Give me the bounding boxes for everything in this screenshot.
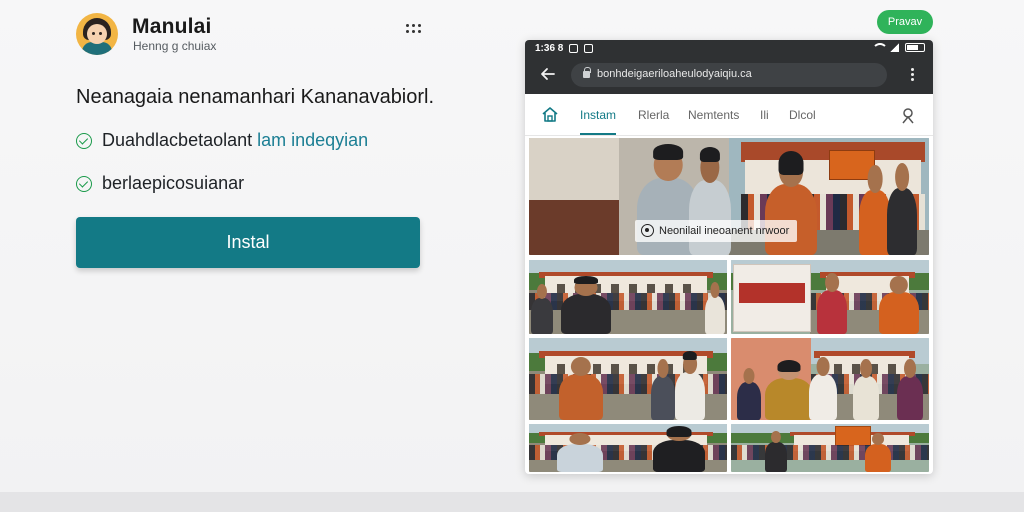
person-icon[interactable] bbox=[899, 106, 917, 124]
photo-tile[interactable] bbox=[731, 424, 929, 472]
status-bar: 1:36 8 bbox=[525, 40, 933, 56]
app-name: Manulai bbox=[132, 15, 212, 38]
app-avatar-icon bbox=[76, 13, 118, 55]
notification-icon bbox=[584, 43, 594, 53]
tab-rlerla[interactable]: Rlerla bbox=[638, 108, 669, 122]
feature-text: berlaepicosuianar bbox=[102, 173, 245, 193]
tab-ili[interactable]: Ili bbox=[760, 108, 769, 122]
status-icons bbox=[872, 43, 925, 52]
lock-icon bbox=[583, 67, 591, 78]
bottom-bar bbox=[0, 492, 1024, 512]
check-circle-icon bbox=[76, 132, 92, 149]
notification-icon bbox=[569, 43, 579, 53]
photo-tile[interactable] bbox=[529, 338, 727, 420]
feature-item: berlaepicosuianar bbox=[76, 173, 244, 194]
preview-button[interactable]: Pravav bbox=[877, 10, 933, 34]
info-icon bbox=[641, 224, 654, 237]
feature-item: Duahdlacbetaolant lam indeqyian bbox=[76, 130, 368, 151]
url-text: bonhdeigaeriloaheulodyaiqiu.ca bbox=[597, 68, 752, 80]
phone-preview: 1:36 8 bonhdeigaeriloaheulodyaiqiu.ca In… bbox=[525, 40, 933, 474]
browser-menu-icon[interactable] bbox=[911, 68, 915, 82]
feature-highlight[interactable]: lam indeqyian bbox=[257, 130, 368, 150]
kebab-menu-icon[interactable] bbox=[406, 22, 426, 36]
app-header: Manulai Henng g chuiax bbox=[76, 12, 426, 60]
photo-caption: Neonilail ineoanent nrwoor bbox=[635, 220, 798, 242]
tab-dlcol[interactable]: Dlcol bbox=[789, 108, 816, 122]
photo-tile[interactable] bbox=[731, 338, 929, 420]
status-time: 1:36 8 bbox=[535, 42, 564, 54]
check-circle-icon bbox=[76, 175, 92, 192]
feature-text: Duahdlacbetaolant lam indeqyian bbox=[102, 130, 369, 150]
photo-tile[interactable] bbox=[731, 260, 929, 334]
battery-icon bbox=[905, 43, 925, 52]
back-arrow-icon[interactable] bbox=[539, 65, 557, 83]
photo-tile[interactable] bbox=[529, 260, 727, 334]
url-field[interactable]: bonhdeigaeriloaheulodyaiqiu.ca bbox=[571, 63, 887, 87]
signal-icon bbox=[890, 43, 899, 52]
headline: Neanagaia nenamanhari Kananavabiorl. bbox=[76, 86, 435, 108]
photo-tile[interactable] bbox=[529, 424, 727, 472]
browser-address-bar: bonhdeigaeriloaheulodyaiqiu.ca bbox=[525, 56, 933, 94]
tab-bar: Instam Rlerla Nemtents Ili Dlcol bbox=[525, 94, 933, 136]
wifi-icon bbox=[872, 43, 888, 52]
page: Manulai Henng g chuiax Neanagaia nenaman… bbox=[0, 0, 1024, 512]
app-subtitle: Henng g chuiax bbox=[133, 39, 217, 53]
photo-tile[interactable]: Neonilail ineoanent nrwoor bbox=[529, 138, 929, 255]
tab-instam[interactable]: Instam bbox=[580, 108, 617, 135]
tab-nemtents[interactable]: Nemtents bbox=[688, 108, 739, 122]
home-icon[interactable] bbox=[541, 106, 559, 124]
install-button[interactable]: Instal bbox=[76, 217, 420, 268]
